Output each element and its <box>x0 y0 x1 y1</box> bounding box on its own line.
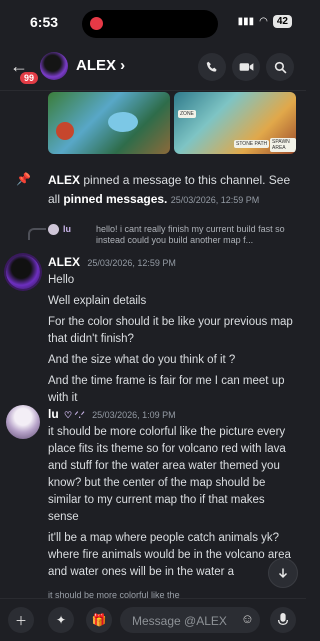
attachment-image-1[interactable] <box>48 92 170 154</box>
message-field[interactable]: ☺ <box>120 607 260 635</box>
message-line: And the time frame is fair for me I can … <box>48 375 285 404</box>
phone-icon <box>206 61 217 72</box>
pin-author[interactable]: ALEX <box>48 173 80 187</box>
status-bar: 6:53 ▮▮▮ ◠ 42 <box>0 0 306 44</box>
message-timestamp: 25/03/2026, 1:09 PM <box>92 410 176 420</box>
status-icons: ▮▮▮ ◠ 42 <box>238 15 292 28</box>
pinned-system-message: ALEX pinned a message to this channel. S… <box>48 171 298 210</box>
message-input[interactable] <box>130 607 234 635</box>
author-name[interactable]: lu <box>48 407 59 421</box>
wifi-icon: ◠ <box>259 16 268 27</box>
channel-header: ← 99 ALEX › <box>0 44 306 91</box>
waterfall-pool <box>108 112 138 132</box>
unread-badge: 99 <box>18 70 41 86</box>
message-line: it'll be a map where people catch animal… <box>48 532 291 578</box>
gift-icon: 🎁 <box>91 613 107 627</box>
signal-icon: ▮▮▮ <box>237 16 255 27</box>
header-avatar[interactable] <box>40 52 68 80</box>
message-body: it should be more colorful like the pict… <box>48 424 298 585</box>
character-sprite <box>56 122 74 140</box>
emoji-icon[interactable]: ☺ <box>241 611 254 626</box>
message-author[interactable]: ALEX 25/03/2026, 12:59 PM <box>48 255 176 269</box>
search-icon <box>274 61 286 73</box>
message-line: it should be more colorful like the pict… <box>48 426 286 523</box>
scroll-to-bottom-button[interactable] <box>268 558 298 588</box>
video-camera-icon <box>239 63 253 71</box>
voice-call-button[interactable] <box>198 53 226 81</box>
gift-button[interactable]: 🎁 <box>86 607 112 633</box>
reply-author[interactable]: lu <box>63 224 71 234</box>
message-line: Hello <box>48 274 75 286</box>
dynamic-island <box>82 10 218 38</box>
message-author[interactable]: lu ♡ ᐟ.ᐟ 25/03/2026, 1:09 PM <box>48 407 176 421</box>
search-button[interactable] <box>266 53 294 81</box>
image-label-stone-path: STONE PATH <box>234 140 270 148</box>
dm-title[interactable]: ALEX › <box>76 57 125 74</box>
attachment-image-2[interactable]: ZONE STONE PATH SPAWN AREA <box>174 92 296 154</box>
image-label-zone: ZONE <box>178 110 196 118</box>
message-line: Well explain details <box>48 295 147 307</box>
avatar[interactable] <box>6 255 40 289</box>
arrow-down-icon <box>278 568 288 579</box>
reply-preview-text[interactable]: hello! i cant really finish my current b… <box>96 224 300 246</box>
plus-icon: ＋ <box>14 613 27 628</box>
add-attachment-button[interactable]: ＋ <box>8 607 34 633</box>
pin-icon: 📌 <box>16 172 31 186</box>
message-composer: ＋ ✦ 🎁 ☺ <box>0 598 306 641</box>
message-line: For the color should it be like your pre… <box>48 316 293 345</box>
clock: 6:53 <box>30 14 59 30</box>
pinned-messages-link[interactable]: pinned messages. <box>63 192 167 206</box>
status-emoji: ♡ ᐟ.ᐟ <box>64 410 85 420</box>
avatar[interactable] <box>6 405 40 439</box>
author-name[interactable]: ALEX <box>48 255 80 269</box>
microphone-icon <box>278 613 288 626</box>
apps-icon: ✦ <box>55 613 67 627</box>
message-body: Hello Well explain details For the color… <box>48 272 298 411</box>
pin-timestamp: 25/03/2026, 12:59 PM <box>170 195 260 205</box>
recording-dot-icon <box>90 17 103 30</box>
reply-connector <box>28 228 46 240</box>
apps-button[interactable]: ✦ <box>48 607 74 633</box>
message-line: And the size what do you think of it ? <box>48 354 236 366</box>
image-label-spawn-area: SPAWN AREA <box>270 138 296 152</box>
video-call-button[interactable] <box>232 53 260 81</box>
reply-avatar <box>48 224 59 235</box>
battery-icon: 42 <box>272 15 292 28</box>
voice-message-button[interactable] <box>270 607 296 633</box>
message-timestamp: 25/03/2026, 12:59 PM <box>87 258 176 268</box>
